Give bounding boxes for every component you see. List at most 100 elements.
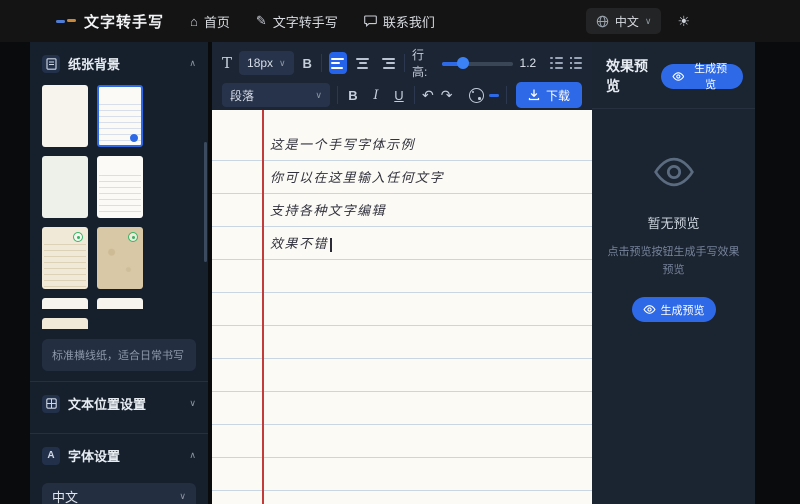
paper-thumbnail-partial[interactable] bbox=[42, 318, 88, 329]
font-settings-section-header[interactable]: A 字体设置 ∧ bbox=[30, 434, 208, 475]
nav-item-label: 首页 bbox=[203, 14, 230, 30]
main-nav: ⌂ 首页 ✎ 文字转手写 联系我们 bbox=[190, 12, 435, 31]
download-icon bbox=[528, 89, 540, 101]
home-icon: ⌂ bbox=[190, 13, 198, 29]
handwritten-line: 这是一个手写字体示例 bbox=[270, 138, 416, 153]
handwritten-text[interactable]: 这是一个手写字体示例 你可以在这里输入任何文字 支持各种文字编辑 效果不错 bbox=[270, 127, 582, 259]
document-icon bbox=[42, 54, 60, 73]
bullet-list-button[interactable] bbox=[550, 56, 563, 70]
chevron-down-icon: ∨ bbox=[315, 89, 322, 100]
theme-toggle-sun-icon[interactable]: ☀ bbox=[677, 13, 690, 30]
paper-thumbnail-partial[interactable] bbox=[97, 298, 143, 309]
undo-icon[interactable]: ↶ bbox=[422, 88, 434, 102]
position-grid-icon bbox=[42, 394, 60, 413]
download-button[interactable]: 下载 bbox=[515, 82, 582, 108]
redo-icon[interactable]: ↷ bbox=[441, 88, 453, 102]
font-size-select[interactable]: 18px ∨ bbox=[239, 51, 294, 75]
paper-description: 标准横线纸，适合日常书写 bbox=[42, 339, 196, 371]
nav-item-home[interactable]: ⌂ 首页 bbox=[190, 12, 230, 31]
text-position-section-header[interactable]: 文本位置设置 ∨ bbox=[30, 382, 208, 423]
paper-thumbnail-blank-mint[interactable] bbox=[42, 156, 88, 218]
paper-thumbnail-lined-selected[interactable] bbox=[97, 85, 143, 147]
chevron-up-icon: ∧ bbox=[189, 58, 196, 68]
paper-thumbnail-grid bbox=[30, 83, 208, 329]
text-style-icon[interactable]: T bbox=[222, 55, 232, 71]
divider bbox=[404, 54, 405, 72]
writing-canvas[interactable]: 这是一个手写字体示例 你可以在这里输入任何文字 支持各种文字编辑 效果不错 bbox=[212, 110, 592, 504]
font-size-value: 18px bbox=[247, 56, 274, 70]
color-indicator bbox=[488, 93, 499, 97]
navbar-right: 中文 ∨ ☀ bbox=[585, 8, 690, 34]
nav-item-contact[interactable]: 联系我们 bbox=[363, 12, 435, 31]
slider-knob[interactable] bbox=[456, 57, 469, 69]
paper-thumbnail-blank-white[interactable] bbox=[42, 85, 88, 147]
app-title: 文字转手写 bbox=[84, 13, 165, 31]
line-height-label: 行高: bbox=[411, 48, 428, 79]
premium-badge-icon bbox=[73, 232, 83, 242]
margin-line bbox=[262, 110, 264, 504]
empty-state-title: 暂无预览 bbox=[647, 216, 700, 231]
generate-preview-button[interactable]: 生成预览 bbox=[631, 297, 716, 323]
paper-background-section-header[interactable]: 纸张背景 ∧ bbox=[30, 42, 208, 83]
paragraph-select[interactable]: 段落 ∨ bbox=[222, 83, 330, 107]
preview-empty-state: 暂无预览 点击预览按钮生成手写效果预览 生成预览 bbox=[592, 109, 755, 323]
paper-settings-sidebar: 纸张背景 ∧ 标准横线纸，适合日常书写 文本位置设置 ∨ A 字体设置 ∧ 中文… bbox=[30, 42, 208, 504]
align-left-button[interactable] bbox=[328, 52, 347, 74]
generate-preview-label: 生成预览 bbox=[660, 304, 705, 317]
divider bbox=[414, 86, 415, 104]
editor-toolbar-row1: T 18px ∨ B 行高: 1.2 bbox=[212, 46, 592, 80]
pen-icon: ✎ bbox=[255, 13, 267, 28]
line-height-slider[interactable] bbox=[441, 56, 513, 70]
paper-thumbnail-lined-white[interactable] bbox=[97, 156, 143, 218]
divider bbox=[337, 86, 338, 104]
section-title: 纸张背景 bbox=[68, 57, 121, 72]
divider bbox=[505, 86, 507, 104]
eye-icon bbox=[642, 305, 656, 315]
italic-button[interactable]: I bbox=[368, 88, 384, 103]
text-cursor bbox=[330, 238, 332, 252]
premium-badge-icon bbox=[128, 232, 138, 242]
preview-panel: 效果预览 生成预览 暂无预览 点击预览按钮生成手写效果预览 生成预览 bbox=[592, 42, 755, 504]
empty-state-caption: 点击预览按钮生成手写效果预览 bbox=[607, 246, 740, 276]
bold-button[interactable]: B bbox=[301, 56, 314, 71]
editor-area: T 18px ∨ B 行高: 1.2 段落 ∨ B I U ↶ ↷ 下载 这是一… bbox=[212, 42, 592, 504]
paper-thumbnail-lined-cream[interactable] bbox=[42, 227, 88, 289]
align-center-button[interactable] bbox=[354, 52, 372, 74]
handwritten-line: 你可以在这里输入任何文字 bbox=[270, 171, 445, 186]
nav-item-converter[interactable]: ✎ 文字转手写 bbox=[256, 12, 338, 31]
preview-header: 效果预览 生成预览 bbox=[592, 42, 755, 108]
color-palette-icon[interactable] bbox=[468, 87, 484, 103]
font-language-value: 中文 bbox=[52, 489, 79, 504]
handwritten-line: 效果不错 bbox=[270, 226, 582, 259]
chat-icon bbox=[363, 15, 377, 27]
top-navbar: 文字转手写 ⌂ 首页 ✎ 文字转手写 联系我们 中文 ∨ ☀ bbox=[0, 0, 800, 42]
handwritten-line: 支持各种文字编辑 bbox=[270, 204, 387, 219]
numbered-list-button[interactable] bbox=[569, 56, 582, 70]
language-selector[interactable]: 中文 ∨ bbox=[585, 8, 662, 34]
globe-icon bbox=[596, 15, 609, 27]
download-label: 下载 bbox=[545, 88, 570, 103]
font-a-icon: A bbox=[42, 446, 60, 465]
generate-preview-button-top[interactable]: 生成预览 bbox=[660, 63, 743, 91]
line-height-value: 1.2 bbox=[519, 56, 537, 70]
app-logo[interactable]: 文字转手写 bbox=[56, 11, 164, 32]
nav-item-label: 联系我们 bbox=[382, 14, 435, 30]
paper-thumbnail-partial[interactable] bbox=[42, 298, 88, 309]
section-title: 字体设置 bbox=[68, 449, 121, 464]
logo-icon bbox=[56, 15, 76, 27]
align-center-icon bbox=[356, 57, 370, 69]
eye-icon bbox=[672, 71, 684, 81]
chevron-down-icon: ∨ bbox=[644, 15, 652, 26]
align-left-icon bbox=[331, 57, 345, 69]
bold-button[interactable]: B bbox=[345, 88, 361, 103]
align-right-icon bbox=[381, 57, 395, 69]
align-right-button[interactable] bbox=[379, 52, 397, 74]
sidebar-scrollbar[interactable] bbox=[204, 142, 207, 262]
editor-toolbar-row2: 段落 ∨ B I U ↶ ↷ 下载 bbox=[212, 80, 592, 110]
font-language-select[interactable]: 中文 ∨ bbox=[42, 483, 196, 504]
paper-thumbnail-vintage-kraft[interactable] bbox=[97, 227, 143, 289]
eye-outline-icon bbox=[653, 157, 694, 187]
chevron-down-icon: ∨ bbox=[279, 57, 286, 68]
underline-button[interactable]: U bbox=[391, 88, 407, 103]
nav-item-label: 文字转手写 bbox=[272, 14, 338, 30]
